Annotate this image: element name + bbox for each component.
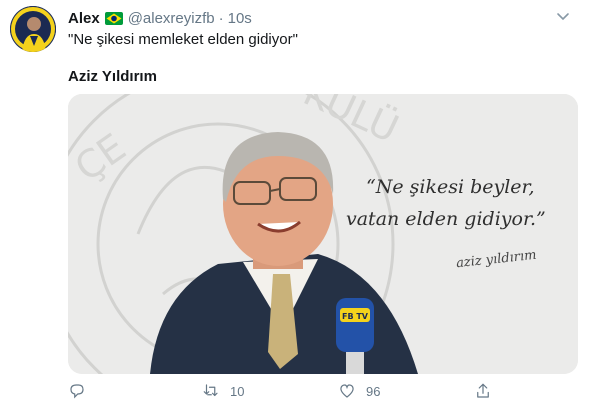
reply-icon [70, 384, 84, 399]
share-icon [477, 383, 489, 398]
mic-flag-text: FB TV [342, 312, 369, 321]
chevron-down-icon[interactable] [556, 10, 570, 24]
quote-line-2: vatan elden gidiyor.” [346, 208, 546, 230]
author-handle[interactable]: @alexreyizfb [128, 10, 215, 27]
retweet-icon [203, 384, 218, 397]
separator-dot: · [218, 9, 224, 27]
tweet-text: "Ne şikesi memleket elden gidiyor" [68, 31, 298, 48]
share-button[interactable] [474, 382, 492, 400]
quote-line-1: “Ne şikesi beyler, [366, 176, 535, 198]
tweet-header: Alex @alexreyizfb · 10s [68, 7, 570, 29]
tweet-subheading: Aziz Yıldırım [68, 68, 157, 85]
reply-button[interactable] [68, 382, 96, 400]
like-icon [340, 384, 354, 398]
image-artwork: ÇE KULÜ FB TV [68, 94, 578, 374]
retweet-count: 10 [230, 383, 245, 399]
like-count: 96 [366, 383, 381, 399]
like-button[interactable]: 96 [338, 382, 380, 400]
avatar[interactable] [10, 6, 56, 52]
retweet-button[interactable]: 10 [202, 382, 244, 400]
brazil-flag-icon [104, 11, 123, 25]
tweet-timestamp[interactable]: 10s [228, 10, 252, 27]
tweet-actions: 10 96 [68, 382, 508, 404]
tweet-image[interactable]: ÇE KULÜ FB TV “Ne şikesi beyler, vatan e… [68, 94, 578, 374]
author-name[interactable]: Alex [68, 10, 100, 27]
